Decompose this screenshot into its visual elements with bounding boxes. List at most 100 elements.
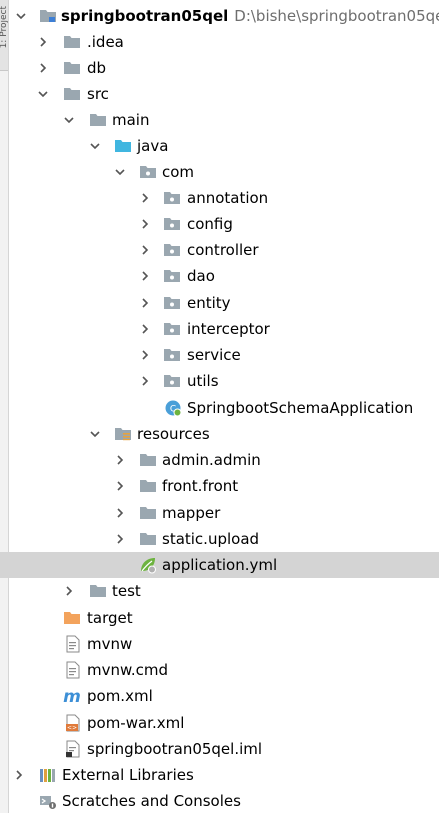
tree-row-mvnw-cmd[interactable]: mvnw.cmd <box>0 657 439 683</box>
tree-row-main[interactable]: main <box>0 107 439 133</box>
folder-icon <box>64 62 80 74</box>
tree-label-db: db <box>87 59 107 77</box>
tree-label-iml: springbootran05qel.iml <box>87 740 263 758</box>
tree-label-external-libraries: External Libraries <box>62 766 194 784</box>
tree-row-application-yml[interactable]: application.yml <box>0 552 439 578</box>
xml-file-icon: <> <box>66 714 80 732</box>
chevron-right-icon[interactable] <box>37 36 49 48</box>
tree-label-interceptor: interceptor <box>187 320 270 338</box>
tree-label-resources: resources <box>137 425 210 443</box>
tree-row-controller[interactable]: controller <box>0 237 439 263</box>
package-icon <box>140 166 156 178</box>
chevron-down-icon[interactable] <box>37 88 49 100</box>
tree-label-mvnw-cmd: mvnw.cmd <box>87 661 169 679</box>
tree-row-com[interactable]: com <box>0 159 439 185</box>
tree-row-dao[interactable]: dao <box>0 263 439 289</box>
chevron-right-icon[interactable] <box>114 507 126 519</box>
chevron-right-icon[interactable] <box>139 244 151 256</box>
tree-label-src: src <box>87 85 109 103</box>
excluded-folder-icon <box>64 612 80 624</box>
tree-label-idea: .idea <box>87 33 124 51</box>
tree-label-test: test <box>112 582 141 600</box>
tree-row-iml[interactable]: springbootran05qel.iml <box>0 736 439 762</box>
package-icon <box>164 218 180 230</box>
tree-row-src[interactable]: src <box>0 81 439 107</box>
tree-row-annotation[interactable]: annotation <box>0 185 439 211</box>
tree-row-mapper[interactable]: mapper <box>0 500 439 526</box>
text-file-icon <box>66 661 80 679</box>
tree-row-config[interactable]: config <box>0 211 439 237</box>
source-folder-icon <box>115 140 131 152</box>
module-file-icon <box>66 740 80 758</box>
tree-label-static-upload: static.upload <box>162 530 260 548</box>
tree-row-app-class[interactable]: C SpringbootSchemaApplication <box>0 395 439 421</box>
package-icon <box>164 375 180 387</box>
chevron-right-icon[interactable] <box>13 769 25 781</box>
tree-row-interceptor[interactable]: interceptor <box>0 316 439 342</box>
tree-label-mapper: mapper <box>162 504 221 522</box>
tree-label-front: front.front <box>162 477 239 495</box>
folder-icon <box>140 507 156 519</box>
tree-row-static-upload[interactable]: static.upload <box>0 526 439 552</box>
chevron-right-icon[interactable] <box>139 349 151 361</box>
chevron-right-icon[interactable] <box>114 480 126 492</box>
tree-label-service: service <box>187 346 241 364</box>
tree-label-annotation: annotation <box>187 189 269 207</box>
library-icon <box>40 769 55 782</box>
tree-label-scratches: Scratches and Consoles <box>62 792 241 810</box>
tree-row-scratches[interactable]: Scratches and Consoles <box>0 788 439 814</box>
chevron-right-icon[interactable] <box>139 375 151 387</box>
chevron-right-icon[interactable] <box>114 454 126 466</box>
tree-row-project-root[interactable]: springbootran05qel D:\bishe\springbootran… <box>0 3 439 29</box>
tree-label-controller: controller <box>187 241 259 259</box>
text-file-icon <box>66 635 80 653</box>
chevron-right-icon[interactable] <box>37 62 49 74</box>
tree-row-db[interactable]: db <box>0 55 439 81</box>
folder-icon <box>64 36 80 48</box>
tree-label-config: config <box>187 215 233 233</box>
tree-label-mvnw: mvnw <box>87 635 133 653</box>
package-icon <box>164 349 180 361</box>
tree-label-java: java <box>137 137 169 155</box>
chevron-right-icon[interactable] <box>139 297 151 309</box>
folder-icon <box>140 454 156 466</box>
project-folder-icon <box>40 10 56 22</box>
tree-row-service[interactable]: service <box>0 342 439 368</box>
tree-row-mvnw[interactable]: mvnw <box>0 631 439 657</box>
chevron-down-icon[interactable] <box>89 428 101 440</box>
chevron-down-icon[interactable] <box>63 114 75 126</box>
folder-icon <box>140 480 156 492</box>
chevron-right-icon[interactable] <box>63 585 75 597</box>
tree-row-target[interactable]: target <box>0 605 439 631</box>
tree-row-external-libraries[interactable]: External Libraries <box>0 762 439 788</box>
folder-icon <box>64 88 80 100</box>
tree-label-pom: pom.xml <box>87 687 153 705</box>
chevron-right-icon[interactable] <box>114 533 126 545</box>
spring-leaf-icon <box>141 558 156 574</box>
tree-row-front[interactable]: front.front <box>0 473 439 499</box>
package-icon <box>164 192 180 204</box>
tree-row-pom[interactable]: m pom.xml <box>0 683 439 709</box>
tree-label-main: main <box>112 111 150 129</box>
tree-row-resources[interactable]: resources <box>0 421 439 447</box>
chevron-down-icon[interactable] <box>15 10 27 22</box>
tree-row-utils[interactable]: utils <box>0 368 439 394</box>
tree-label-target: target <box>87 609 133 627</box>
tree-row-test[interactable]: test <box>0 578 439 604</box>
tree-label-entity: entity <box>187 294 231 312</box>
tree-row-admin[interactable]: admin.admin <box>0 447 439 473</box>
package-icon <box>164 270 180 282</box>
tree-row-java[interactable]: java <box>0 133 439 159</box>
folder-icon <box>90 114 106 126</box>
tree-label-utils: utils <box>187 372 219 390</box>
tree-row-pom-war[interactable]: <> pom-war.xml <box>0 710 439 736</box>
chevron-down-icon[interactable] <box>89 140 101 152</box>
chevron-right-icon[interactable] <box>139 270 151 282</box>
chevron-down-icon[interactable] <box>114 166 126 178</box>
resources-folder-icon <box>115 428 131 441</box>
chevron-right-icon[interactable] <box>139 192 151 204</box>
chevron-right-icon[interactable] <box>139 218 151 230</box>
tree-row-idea[interactable]: .idea <box>0 29 439 55</box>
chevron-right-icon[interactable] <box>139 323 151 335</box>
tree-row-entity[interactable]: entity <box>0 290 439 316</box>
